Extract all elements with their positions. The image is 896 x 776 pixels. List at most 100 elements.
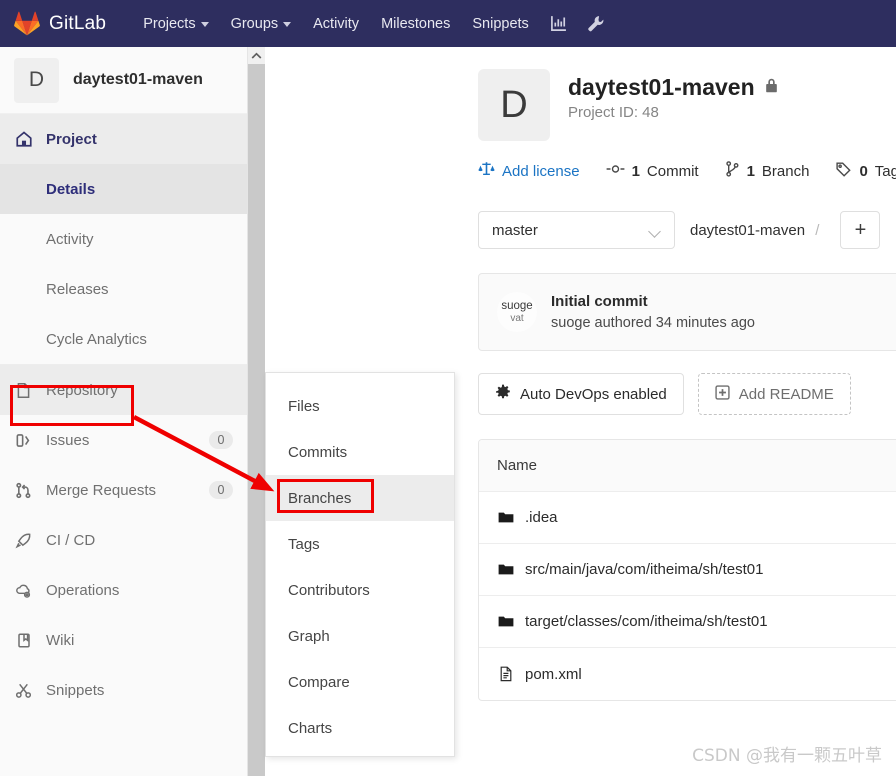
sidebar-item-wiki[interactable]: Wiki: [0, 615, 247, 665]
sidebar-project-name: daytest01-maven: [73, 71, 203, 88]
sidebar-project-header[interactable]: D daytest01-maven: [0, 47, 247, 114]
sidebar-item-project[interactable]: Project: [0, 114, 247, 164]
brand-label: GitLab: [49, 12, 107, 34]
commit-message[interactable]: Initial commit: [551, 293, 755, 310]
scale-icon: [478, 161, 495, 181]
flyout-item-contributors[interactable]: Contributors: [266, 567, 454, 613]
project-id: Project ID: 48: [568, 104, 659, 121]
nav-projects[interactable]: Projects: [132, 10, 219, 38]
sidebar-item-merge-requests[interactable]: Merge Requests 0: [0, 465, 247, 515]
add-license-label: Add license: [502, 162, 580, 180]
file-name: pom.xml: [525, 665, 582, 683]
tag-count: 0: [859, 162, 868, 180]
chart-icon[interactable]: [540, 9, 577, 38]
add-readme-button[interactable]: Add README: [697, 373, 851, 415]
merge-request-icon: [14, 481, 33, 500]
gitlab-brand[interactable]: GitLab: [14, 11, 106, 36]
branch-selector[interactable]: master: [478, 211, 675, 249]
sidebar-item-details[interactable]: Details: [0, 164, 247, 214]
breadcrumb-repo[interactable]: daytest01-maven: [690, 222, 805, 239]
sidebar-item-cycle-analytics[interactable]: Cycle Analytics: [0, 314, 247, 364]
sidebar-item-snippets[interactable]: Snippets: [0, 665, 247, 715]
nav-groups[interactable]: Groups: [220, 10, 303, 38]
nav-snippets[interactable]: Snippets: [461, 10, 539, 38]
auto-devops-button[interactable]: Auto DevOps enabled: [478, 373, 684, 415]
avatar-line-2: vat: [510, 312, 524, 324]
flyout-item-files[interactable]: Files: [266, 383, 454, 429]
sidebar-item-operations[interactable]: Operations: [0, 565, 247, 615]
add-license-link[interactable]: Add license: [478, 161, 580, 181]
chevron-down-icon: [200, 22, 209, 27]
sidebar-item-activity-label: Activity: [46, 230, 94, 248]
sidebar-item-repository[interactable]: Repository: [0, 365, 247, 415]
project-sidebar: D daytest01-maven Project Details Activi…: [0, 47, 248, 776]
cloud-gear-icon: [14, 581, 33, 600]
table-row[interactable]: src/main/java/com/itheima/sh/test01: [479, 544, 896, 596]
wrench-icon[interactable]: [577, 9, 614, 39]
nav-milestones[interactable]: Milestones: [370, 10, 461, 38]
lock-icon: [764, 77, 779, 99]
add-readme-label: Add README: [738, 385, 834, 403]
table-row[interactable]: .idea: [479, 492, 896, 544]
sidebar-item-releases[interactable]: Releases: [0, 264, 247, 314]
flyout-item-tags[interactable]: Tags: [266, 521, 454, 567]
folder-icon: [497, 561, 514, 578]
tag-count-stat[interactable]: 0 Tags: [835, 161, 896, 181]
gitlab-tanuki-logo: [14, 11, 40, 36]
repository-flyout-menu: Files Commits Branches Tags Contributors…: [265, 372, 455, 757]
table-row[interactable]: pom.xml: [479, 648, 896, 700]
sidebar-item-issues-label: Issues: [46, 431, 90, 449]
add-to-tree-button[interactable]: +: [840, 211, 881, 249]
sidebar-item-releases-label: Releases: [46, 280, 109, 298]
gitlab-project-page: GitLab Projects Groups Activity Mileston…: [0, 0, 896, 776]
flyout-item-charts[interactable]: Charts: [266, 705, 454, 751]
file-tree: Name .idea src/main/java/com/itheima/sh/…: [478, 439, 896, 701]
auto-devops-label: Auto DevOps enabled: [520, 385, 667, 403]
page-title: daytest01-maven: [568, 74, 755, 100]
scissors-icon: [14, 681, 33, 700]
project-avatar: D: [478, 69, 550, 141]
sidebar-project-avatar: D: [14, 57, 59, 103]
sidebar-item-activity[interactable]: Activity: [0, 214, 247, 264]
issues-count-badge: 0: [209, 431, 233, 449]
file-icon: [497, 666, 514, 683]
sidebar-item-operations-label: Operations: [46, 581, 120, 599]
branch-breadcrumb-row: master daytest01-maven / +: [478, 211, 896, 249]
top-navbar: GitLab Projects Groups Activity Mileston…: [0, 0, 896, 47]
scroll-up-arrow-icon[interactable]: [248, 47, 265, 64]
folder-icon: [497, 509, 514, 526]
commit-count-stat[interactable]: 1 Commit: [606, 162, 699, 180]
branch-label: Branch: [761, 162, 810, 180]
last-commit-card: suoge vat Initial commit suoge authored …: [478, 273, 896, 351]
branch-selector-value: master: [492, 221, 538, 239]
sidebar-item-issues[interactable]: Issues 0: [0, 415, 247, 465]
flyout-item-commits[interactable]: Commits: [266, 429, 454, 475]
file-name: .idea: [525, 509, 558, 526]
branch-count-stat[interactable]: 1 Branch: [725, 161, 810, 181]
sidebar-scrollbar[interactable]: [248, 47, 265, 776]
nav-groups-label: Groups: [230, 15, 279, 32]
sidebar-item-project-label: Project: [46, 130, 97, 148]
commit-label: Commit: [646, 162, 699, 180]
sidebar-item-merge-requests-label: Merge Requests: [46, 481, 157, 499]
flyout-item-graph[interactable]: Graph: [266, 613, 454, 659]
table-row[interactable]: target/classes/com/itheima/sh/test01: [479, 596, 896, 648]
home-icon: [14, 130, 33, 149]
project-stats: Add license 1 Commit 1 Branch 0 Tag: [478, 161, 896, 181]
branch-count: 1: [746, 162, 755, 180]
rocket-icon: [14, 531, 33, 550]
project-header: D daytest01-maven Project ID: 48: [478, 69, 896, 141]
scrollbar-thumb[interactable]: [248, 64, 265, 776]
nav-projects-label: Projects: [143, 15, 196, 32]
project-actions: Auto DevOps enabled Add README: [478, 373, 896, 415]
plus-box-icon: [715, 384, 730, 404]
folder-icon: [497, 613, 514, 630]
flyout-item-compare[interactable]: Compare: [266, 659, 454, 705]
nav-activity[interactable]: Activity: [302, 10, 370, 38]
flyout-item-branches[interactable]: Branches: [266, 475, 454, 521]
book-icon: [14, 631, 33, 650]
issues-icon: [14, 431, 33, 450]
tag-label: Tags: [874, 162, 896, 180]
sidebar-item-ci-cd[interactable]: CI / CD: [0, 515, 247, 565]
sidebar-item-details-label: Details: [46, 180, 96, 198]
